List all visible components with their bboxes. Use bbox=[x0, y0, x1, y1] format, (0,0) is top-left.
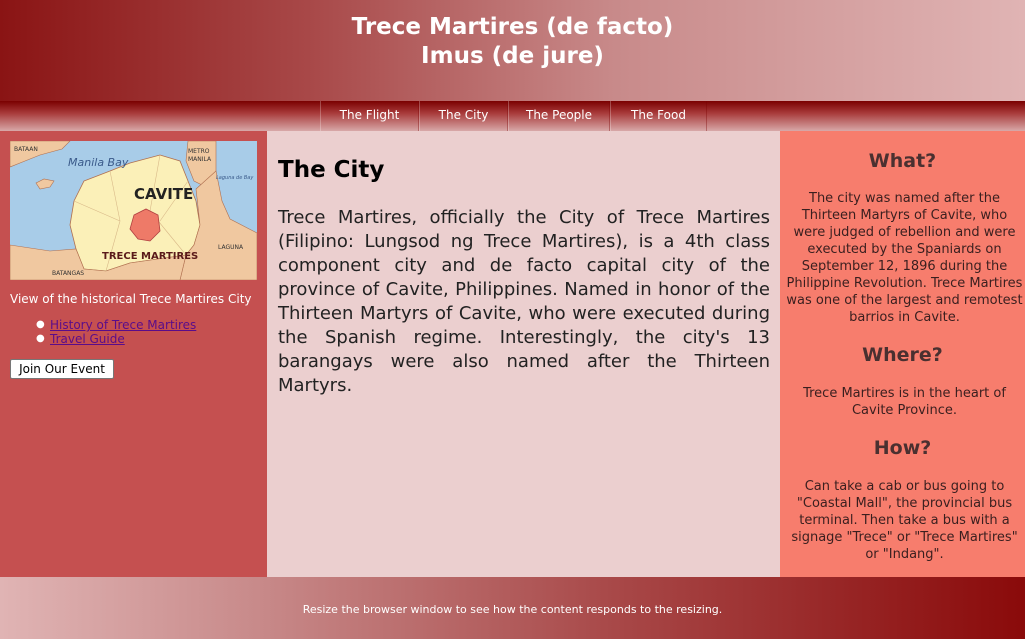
nav-bar: The Flight The City The People The Food bbox=[0, 101, 1025, 131]
cavite-map-image: BATAAN Manila Bay METRO MANILA Laguna de… bbox=[10, 141, 257, 280]
bullet-icon: ● bbox=[36, 319, 45, 330]
section-body: Trece Martires, officially the City of T… bbox=[278, 207, 770, 396]
sidebar-links: ● History of Trece Martires ● Travel Guide bbox=[36, 318, 196, 346]
nav-menu: The Flight The City The People The Food bbox=[320, 101, 707, 131]
list-item: ● History of Trece Martires bbox=[36, 318, 196, 332]
page-title-line1: Trece Martires (de facto) bbox=[351, 14, 674, 40]
site-footer: Resize the browser window to see how the… bbox=[0, 577, 1025, 639]
svg-text:Laguna de Bay: Laguna de Bay bbox=[216, 175, 254, 181]
link-history-of-trece-martires[interactable]: History of Trece Martires bbox=[50, 318, 196, 332]
nav-item-the-food[interactable]: The Food bbox=[610, 101, 707, 131]
svg-text:BATANGAS: BATANGAS bbox=[52, 270, 84, 277]
how-heading: How? bbox=[873, 437, 932, 459]
svg-text:LAGUNA: LAGUNA bbox=[218, 244, 244, 251]
join-our-event-button[interactable]: Join Our Event bbox=[10, 359, 114, 379]
svg-text:Manila Bay: Manila Bay bbox=[68, 156, 129, 169]
svg-text:CAVITE: CAVITE bbox=[134, 185, 193, 203]
where-heading: Where? bbox=[862, 344, 943, 366]
left-sidebar: BATAAN Manila Bay METRO MANILA Laguna de… bbox=[0, 131, 267, 577]
main-content: The City Trece Martires, officially the … bbox=[267, 131, 780, 577]
link-travel-guide[interactable]: Travel Guide bbox=[50, 332, 125, 346]
where-text: Trece Martires is in the heart of Cavite… bbox=[803, 386, 1006, 418]
list-item: ● Travel Guide bbox=[36, 332, 196, 346]
section-heading: The City bbox=[278, 157, 385, 183]
svg-text:MANILA: MANILA bbox=[188, 156, 212, 163]
what-heading: What? bbox=[868, 150, 937, 172]
footer-text: Resize the browser window to see how the… bbox=[302, 603, 723, 616]
what-text: The city was named after the Thirteen Ma… bbox=[786, 191, 1023, 325]
svg-text:BATAAN: BATAAN bbox=[14, 146, 38, 153]
site-header: Trece Martires (de facto) Imus (de jure) bbox=[0, 0, 1025, 101]
svg-text:METRO: METRO bbox=[188, 148, 210, 155]
page-title-line2: Imus (de jure) bbox=[421, 43, 604, 69]
nav-item-the-flight[interactable]: The Flight bbox=[320, 101, 419, 131]
map-caption: View of the historical Trece Martires Ci… bbox=[10, 292, 252, 306]
nav-item-the-people[interactable]: The People bbox=[508, 101, 610, 131]
bullet-icon: ● bbox=[36, 333, 45, 344]
nav-item-the-city[interactable]: The City bbox=[419, 101, 508, 131]
right-aside: What? The city was named after the Thirt… bbox=[780, 131, 1025, 577]
svg-text:TRECE MARTIRES: TRECE MARTIRES bbox=[102, 251, 198, 262]
how-text: Can take a cab or bus going to "Coastal … bbox=[791, 479, 1018, 562]
cavite-map-svg: BATAAN Manila Bay METRO MANILA Laguna de… bbox=[10, 141, 257, 280]
